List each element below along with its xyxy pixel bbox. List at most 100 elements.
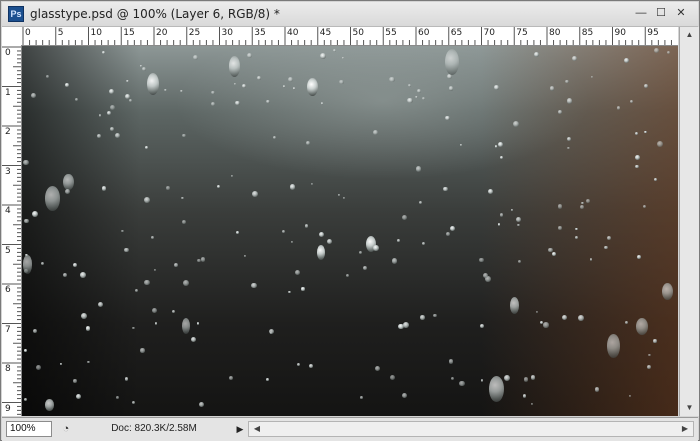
raindrop xyxy=(216,185,220,188)
raindrop xyxy=(288,291,291,294)
document-size-info: Doc: 820.3K/2.58M xyxy=(111,423,197,434)
minimize-button[interactable]: — xyxy=(632,6,650,22)
status-menu-icon[interactable]: ◔ xyxy=(58,421,74,437)
scroll-up-arrow-icon[interactable]: ▲ xyxy=(680,27,699,43)
ruler-v-label: 0 xyxy=(5,48,11,58)
raindrop xyxy=(480,379,484,383)
raindrop xyxy=(62,272,68,278)
ruler-v-label: 3 xyxy=(5,166,11,177)
horizontal-ruler[interactable]: 0 5 10 15 20 25 30 35 40 45 50 55 60 65 70 75 80 85 90 95 xyxy=(21,27,678,46)
ruler-h-label: 90 xyxy=(614,28,626,38)
raindrop xyxy=(141,66,146,71)
raindrop xyxy=(359,250,363,254)
raindrop xyxy=(450,376,455,380)
raindrop xyxy=(151,235,154,239)
raindrop xyxy=(266,99,271,104)
raindrop xyxy=(488,375,504,402)
ruler-h-label: 45 xyxy=(319,28,332,38)
raindrop xyxy=(581,201,584,205)
vertical-scrollbar[interactable]: ▲ ▼ xyxy=(679,27,699,416)
raindrop xyxy=(246,52,252,58)
raindrop xyxy=(513,121,520,128)
scroll-right-arrow-icon[interactable]: ▶ xyxy=(678,422,692,436)
raindrop xyxy=(231,174,234,177)
raindrop xyxy=(585,198,590,204)
raindrop xyxy=(147,72,160,95)
raindrop xyxy=(289,184,296,190)
close-button[interactable]: ✕ xyxy=(672,6,690,22)
ruler-h-label: 60 xyxy=(418,28,430,38)
raindrop xyxy=(114,133,120,139)
raindrop xyxy=(416,88,421,94)
raindrop xyxy=(107,111,112,116)
raindrop xyxy=(551,251,556,256)
raindrop xyxy=(392,258,398,264)
raindrop xyxy=(577,315,584,321)
raindrop xyxy=(337,193,341,197)
scroll-down-arrow-icon[interactable]: ▼ xyxy=(680,400,699,416)
title-bar[interactable]: Ps glasstype.psd @ 100% (Layer 6, RGB/8)… xyxy=(2,2,698,27)
raindrop xyxy=(644,130,648,134)
ruler-origin[interactable] xyxy=(2,27,22,46)
raindrop xyxy=(23,348,27,352)
ruler-h-label: 40 xyxy=(287,28,299,38)
raindrop xyxy=(144,196,150,203)
raindrop xyxy=(571,56,577,62)
maximize-button[interactable]: ☐ xyxy=(652,6,670,22)
zoom-level-field[interactable]: 100% xyxy=(6,421,52,437)
raindrop xyxy=(635,155,640,161)
raindrop xyxy=(493,85,499,90)
raindrop xyxy=(362,265,367,270)
raindrop xyxy=(251,282,257,289)
raindrop xyxy=(44,399,55,411)
ruler-v-label: 8 xyxy=(5,364,11,374)
image-canvas[interactable] xyxy=(22,46,678,416)
raindrop xyxy=(32,211,39,218)
raindrop xyxy=(653,339,657,343)
ruler-h-label: 65 xyxy=(450,28,463,38)
raindrop xyxy=(390,374,396,380)
scroll-left-arrow-icon[interactable]: ◀ xyxy=(250,422,264,436)
raindrop xyxy=(497,223,501,226)
raindrop xyxy=(24,398,28,402)
raindrop xyxy=(182,219,187,224)
raindrop xyxy=(419,201,423,205)
raindrop xyxy=(575,227,578,231)
raindrop xyxy=(557,204,563,210)
raindrop xyxy=(102,186,107,191)
horizontal-scrollbar[interactable]: ◀ ▶ xyxy=(248,421,694,437)
document-window: Ps glasstype.psd @ 100% (Layer 6, RGB/8)… xyxy=(0,0,700,441)
raindrop xyxy=(522,394,527,399)
raindrop xyxy=(333,49,337,53)
raindrop xyxy=(589,258,593,261)
raindrop xyxy=(499,155,503,159)
raindrop xyxy=(125,94,131,100)
raindrop xyxy=(196,258,201,263)
ruler-h-label: 75 xyxy=(516,28,528,38)
ruler-v-label: 4 xyxy=(5,206,11,216)
raindrop xyxy=(567,146,570,150)
raindrop xyxy=(448,86,453,91)
raindrop xyxy=(305,141,310,145)
ruler-h-label: 50 xyxy=(352,28,364,38)
raindrop xyxy=(636,255,641,260)
raindrop xyxy=(406,97,413,104)
raindrop xyxy=(316,245,326,261)
raindrop xyxy=(282,85,285,88)
raindrop xyxy=(166,186,170,191)
status-options-arrow-icon[interactable]: ▶ xyxy=(234,421,246,437)
raindrop xyxy=(530,375,536,381)
vertical-ruler[interactable]: 0 1 2 3 4 5 6 7 8 9 xyxy=(2,45,22,416)
raindrop xyxy=(591,75,594,79)
raindrop xyxy=(181,317,190,334)
raindrop xyxy=(422,242,426,246)
raindrop xyxy=(509,296,519,314)
ruler-v-label: 6 xyxy=(5,285,11,295)
raindrop xyxy=(373,130,378,136)
ruler-h-label: 35 xyxy=(254,28,266,38)
raindrop xyxy=(635,318,648,336)
raindrop xyxy=(296,363,300,367)
ruler-h-label: 85 xyxy=(581,28,594,38)
raindrop xyxy=(288,77,294,83)
raindrop xyxy=(500,213,504,217)
